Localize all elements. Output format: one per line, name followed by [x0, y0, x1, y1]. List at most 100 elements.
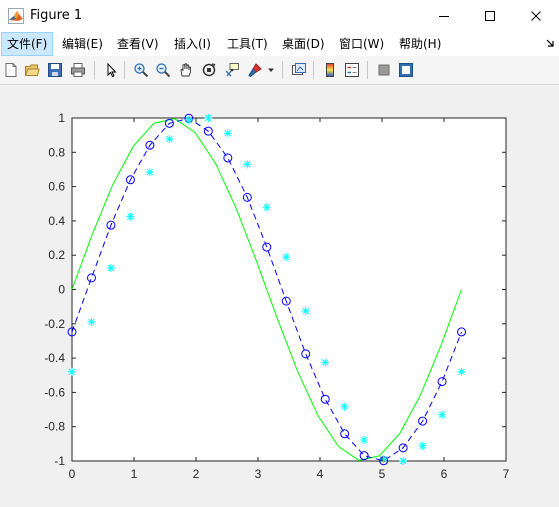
y-tick-label: -0.6 — [44, 385, 65, 399]
zoom-in-icon — [134, 63, 149, 78]
save-figure-icon — [48, 63, 62, 77]
asterisk-marker[interactable] — [126, 212, 135, 221]
data-cursor-icon — [225, 63, 239, 77]
zoom-out-icon — [156, 63, 171, 78]
brush-dropdown-icon — [268, 68, 274, 72]
asterisk-marker[interactable] — [145, 168, 154, 177]
asterisk-marker[interactable] — [68, 367, 76, 376]
show-plot-tools-button[interactable] — [396, 60, 416, 80]
save-figure-button[interactable] — [45, 60, 65, 80]
asterisk-marker[interactable] — [243, 160, 252, 169]
close-button[interactable] — [513, 0, 559, 32]
axes-background[interactable] — [71, 117, 507, 462]
title-bar[interactable]: Figure 1 — [0, 0, 559, 32]
new-figure-button[interactable] — [1, 60, 21, 80]
y-tick-label: 0 — [58, 283, 65, 297]
show-plot-tools-icon — [399, 63, 413, 77]
y-tick-label: -1 — [54, 454, 65, 468]
asterisk-marker[interactable] — [204, 114, 213, 122]
open-file-icon — [24, 64, 40, 76]
asterisk-marker[interactable] — [418, 441, 427, 450]
toolbar-separator — [313, 61, 314, 79]
y-tick-label: 0.2 — [48, 248, 65, 262]
rotate-3d-icon — [202, 63, 216, 77]
minimize-button[interactable] — [421, 0, 467, 32]
menu-window[interactable]: 窗口(W) — [334, 32, 389, 56]
x-tick-label: 7 — [503, 467, 510, 481]
menu-tools[interactable]: 工具(T) — [222, 32, 273, 56]
line-chart[interactable]: 0 1 2 3 4 5 6 7 1 0.8 0.6 0.4 0.2 0 -0.2 -0.4 -0.6 -0.8 -1 — [0, 85, 559, 507]
toolbar-separator — [124, 61, 125, 79]
asterisk-marker[interactable] — [87, 317, 96, 326]
x-tick-label: 3 — [255, 467, 262, 481]
asterisk-marker[interactable] — [438, 410, 447, 419]
y-tick-label: 0.8 — [48, 145, 65, 159]
figure-toolbar — [0, 56, 559, 85]
edit-plot-button[interactable] — [101, 60, 121, 80]
rotate-3d-button[interactable] — [199, 60, 219, 80]
insert-legend-button[interactable] — [342, 60, 362, 80]
insert-colorbar-button[interactable] — [320, 60, 340, 80]
open-file-button[interactable] — [22, 60, 42, 80]
x-tick-label: 4 — [317, 467, 324, 481]
y-tick-label: 1 — [58, 111, 65, 125]
menu-file[interactable]: 文件(F) — [1, 32, 54, 56]
hide-plot-tools-button[interactable] — [374, 60, 394, 80]
figure-window: Figure 1 文件(F) 编辑(E) 查看(V) 插入(I) 工具(T) 桌… — [0, 0, 559, 507]
insert-colorbar-icon — [326, 63, 334, 77]
toolbar-separator — [367, 61, 368, 79]
figure-canvas[interactable]: 0 1 2 3 4 5 6 7 1 0.8 0.6 0.4 0.2 0 -0.2 -0.4 -0.6 -0.8 -1 — [0, 85, 559, 507]
y-tick-label: 0.4 — [48, 214, 65, 228]
y-tick-label: -0.2 — [44, 317, 65, 331]
toolbar-separator — [94, 61, 95, 79]
menu-view[interactable]: 查看(V) — [112, 32, 164, 56]
x-tick-label: 1 — [131, 467, 138, 481]
y-tick-label: -0.4 — [44, 351, 65, 365]
menu-insert[interactable]: 插入(I) — [169, 32, 216, 56]
menu-edit[interactable]: 编辑(E) — [57, 32, 108, 56]
maximize-icon — [485, 11, 495, 21]
x-tick-label: 2 — [193, 467, 200, 481]
link-plot-button[interactable] — [289, 60, 309, 80]
y-tick-label: 0.6 — [48, 180, 65, 194]
print-figure-button[interactable] — [68, 60, 88, 80]
x-tick-label: 0 — [69, 467, 76, 481]
data-cursor-button[interactable] — [222, 60, 242, 80]
brush-button[interactable] — [245, 60, 265, 80]
asterisk-marker[interactable] — [340, 402, 349, 411]
zoom-in-button[interactable] — [131, 60, 151, 80]
toolbar-separator — [282, 61, 283, 79]
maximize-button[interactable] — [467, 0, 513, 32]
window-title: Figure 1 — [30, 8, 83, 23]
menu-desktop[interactable]: 桌面(D) — [277, 32, 330, 56]
close-icon — [531, 11, 541, 21]
menu-help[interactable]: 帮助(H) — [394, 32, 446, 56]
asterisk-marker[interactable] — [399, 457, 408, 465]
menu-dock-arrow-icon[interactable] — [545, 38, 555, 48]
brush-icon — [248, 63, 262, 78]
x-tick-label: 6 — [441, 467, 448, 481]
asterisk-marker[interactable] — [379, 455, 388, 464]
pan-icon — [180, 63, 191, 77]
asterisk-marker[interactable] — [106, 264, 115, 273]
insert-legend-icon — [345, 63, 359, 77]
asterisk-marker[interactable] — [282, 253, 291, 262]
print-figure-icon — [71, 63, 85, 77]
link-plot-icon — [292, 63, 306, 75]
hide-plot-tools-icon — [378, 64, 390, 76]
x-tick-label: 5 — [379, 467, 386, 481]
asterisk-marker[interactable] — [321, 358, 330, 367]
asterisk-marker[interactable] — [360, 436, 369, 445]
asterisk-marker[interactable] — [165, 134, 174, 143]
zoom-out-button[interactable] — [153, 60, 173, 80]
asterisk-marker[interactable] — [262, 203, 271, 212]
asterisk-marker[interactable] — [184, 115, 193, 124]
brush-dropdown-button[interactable] — [265, 60, 277, 80]
menu-bar: 文件(F) 编辑(E) 查看(V) 插入(I) 工具(T) 桌面(D) 窗口(W… — [0, 32, 559, 56]
pan-button[interactable] — [176, 60, 196, 80]
asterisk-marker[interactable] — [223, 129, 232, 138]
matlab-logo-icon — [8, 8, 24, 24]
asterisk-marker[interactable] — [457, 367, 466, 376]
asterisk-marker[interactable] — [301, 306, 310, 315]
y-tick-label: -0.8 — [44, 420, 65, 434]
